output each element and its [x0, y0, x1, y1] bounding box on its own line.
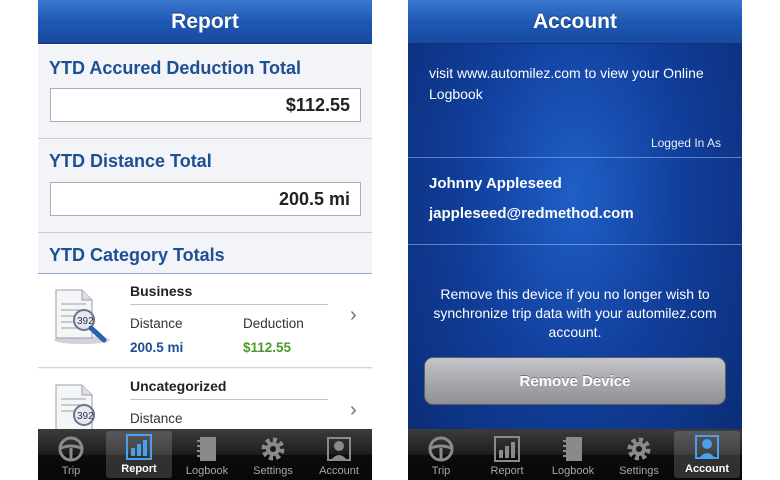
logbook-icon	[197, 437, 216, 461]
tab-logbook[interactable]: Logbook	[540, 429, 606, 480]
tab-label: Trip	[61, 465, 81, 477]
tab-label: Account	[319, 465, 359, 477]
tab-label: Settings	[253, 465, 293, 477]
tab-trip[interactable]: Trip	[38, 429, 104, 480]
tab-label: Settings	[619, 465, 659, 477]
account-screen: Account visit www.automilez.com to view …	[408, 0, 742, 480]
logged-in-label: Logged In As	[650, 136, 721, 150]
tab-trip[interactable]: Trip	[408, 429, 474, 480]
person-icon	[327, 437, 351, 461]
distance-total-value-box: 200.5 mi	[50, 182, 361, 216]
accrued-total-label: YTD Accured Deduction Total	[49, 58, 302, 78]
remove-device-label: Remove Device	[519, 372, 631, 390]
account-title-bar: Account	[408, 0, 742, 44]
document-magnifier-icon: 392	[54, 289, 110, 344]
tab-label: Logbook	[185, 465, 229, 477]
page-title: Account	[533, 9, 617, 33]
tab-settings[interactable]: Settings	[606, 429, 672, 480]
accrued-total-value: $112.55	[285, 94, 350, 115]
tab-bar: Trip Report Logbook Settings Account	[408, 429, 742, 480]
tab-settings[interactable]: Settings	[240, 429, 306, 480]
report-title-bar: Report	[38, 0, 372, 44]
distance-total-value: 200.5 mi	[278, 188, 350, 209]
visit-website-text: visit www.automilez.com to view your Onl…	[429, 65, 704, 102]
distance-section: YTD Distance Total 200.5 mi	[38, 139, 372, 232]
steering-wheel-icon	[58, 436, 84, 462]
bar-chart-icon	[126, 434, 152, 460]
tab-report[interactable]: Report	[106, 431, 172, 478]
category-name: Uncategorized	[130, 378, 227, 394]
tab-report[interactable]: Report	[474, 429, 540, 480]
gear-icon	[627, 437, 651, 461]
tab-label: Account	[685, 463, 729, 475]
tab-label: Logbook	[551, 465, 595, 477]
category-deduction-value: $112.55	[243, 340, 292, 355]
tab-label: Report	[121, 463, 157, 475]
gear-icon	[261, 437, 285, 461]
user-name: Johnny Appleseed	[429, 175, 562, 192]
distance-label: Distance	[130, 411, 183, 426]
accrued-section: YTD Accured Deduction Total $112.55	[38, 45, 372, 138]
page-title: Report	[171, 9, 239, 33]
category-separator	[130, 304, 328, 305]
remove-device-note: Remove this device if you no longer wish…	[433, 286, 717, 340]
category-totals-label: YTD Category Totals	[49, 245, 225, 265]
category-distance-value: 200.5 mi	[130, 340, 184, 355]
chevron-right-icon[interactable]: ›	[350, 399, 357, 422]
report-content[interactable]: YTD Accured Deduction Total $112.55 YTD …	[38, 45, 372, 429]
steering-wheel-icon	[428, 436, 454, 462]
bar-chart-icon	[494, 436, 520, 462]
distance-label: Distance	[130, 316, 183, 331]
category-row-business[interactable]: 392 Business Distance Deduction 200.5 mi…	[38, 274, 372, 368]
distance-total-label: YTD Distance Total	[49, 151, 212, 171]
tab-bar: Trip Report Logbook Settings Account	[38, 429, 372, 480]
category-separator	[130, 399, 328, 400]
person-icon	[695, 435, 719, 459]
tab-account[interactable]: Account	[306, 429, 372, 480]
remove-device-button[interactable]: Remove Device	[424, 357, 726, 405]
deduction-label: Deduction	[243, 316, 304, 331]
divider	[408, 244, 742, 245]
document-magnifier-icon: 392	[55, 384, 95, 429]
accrued-total-value-box: $112.55	[50, 88, 361, 122]
tab-logbook[interactable]: Logbook	[174, 429, 240, 480]
category-section: YTD Category Totals	[38, 233, 372, 273]
chevron-right-icon[interactable]: ›	[350, 304, 357, 327]
tab-account[interactable]: Account	[674, 431, 740, 478]
svg-text:392: 392	[77, 411, 94, 422]
tab-label: Report	[490, 465, 524, 477]
svg-text:392: 392	[77, 316, 94, 327]
user-email: jappleseed@redmethod.com	[429, 205, 634, 222]
category-row-uncategorized[interactable]: 392 Uncategorized Distance ›	[38, 369, 372, 429]
divider	[408, 157, 742, 158]
category-name: Business	[130, 283, 193, 299]
logbook-icon	[563, 437, 582, 461]
tab-label: Trip	[431, 465, 451, 477]
report-screen: Report YTD Accured Deduction Total $112.…	[38, 0, 372, 480]
